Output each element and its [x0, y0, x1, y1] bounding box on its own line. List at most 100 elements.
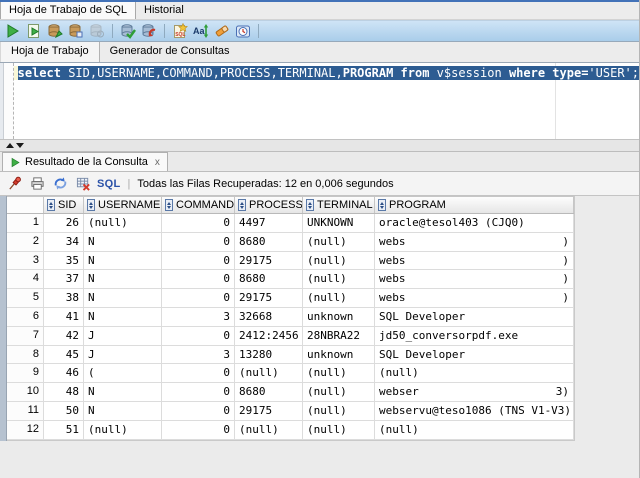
editor-text-area[interactable]: select SID,USERNAME,COMMAND,PROCESS,TERM… [14, 63, 639, 139]
column-header-program[interactable]: PROGRAM [375, 197, 574, 213]
sql-editor[interactable]: select SID,USERNAME,COMMAND,PROCESS,TERM… [0, 62, 639, 139]
grid-cell-terminal[interactable]: (null) [303, 233, 375, 251]
grid-cell-username[interactable]: N [84, 289, 162, 307]
grid-cell-process[interactable]: (null) [235, 364, 303, 382]
grid-cell-num[interactable]: 4 [7, 270, 44, 288]
grid-cell-username[interactable]: N [84, 252, 162, 270]
grid-cell-process[interactable]: 4497 [235, 214, 303, 232]
grid-cell-process[interactable]: (null) [235, 421, 303, 439]
grid-cell-num[interactable]: 1 [7, 214, 44, 232]
grid-cell-username[interactable]: J [84, 346, 162, 364]
commit-icon[interactable] [119, 22, 137, 40]
grid-cell-username[interactable]: (null) [84, 421, 162, 439]
grid-cell-process[interactable]: 29175 [235, 252, 303, 270]
grid-cell-process[interactable]: 8680 [235, 270, 303, 288]
grid-cell-num[interactable]: 11 [7, 402, 44, 420]
explain-plan-icon[interactable] [67, 22, 85, 40]
sort-icon[interactable] [306, 199, 314, 211]
delete-grid-icon[interactable] [74, 175, 92, 193]
grid-cell-username[interactable]: N [84, 402, 162, 420]
table-row[interactable]: 234N08680(null)webs) [7, 233, 574, 252]
sort-icon[interactable] [47, 199, 55, 211]
panel-splitter[interactable] [0, 139, 639, 152]
clear-icon[interactable] [213, 22, 231, 40]
run-script-icon[interactable] [25, 22, 43, 40]
grid-cell-sid[interactable]: 34 [44, 233, 84, 251]
grid-cell-command[interactable]: 0 [162, 383, 235, 401]
sql-statement-line[interactable]: select SID,USERNAME,COMMAND,PROCESS,TERM… [14, 66, 639, 80]
grid-cell-num[interactable]: 2 [7, 233, 44, 251]
change-case-icon[interactable]: Aa [192, 22, 210, 40]
column-header-username[interactable]: USERNAME [84, 197, 162, 213]
grid-cell-username[interactable]: N [84, 383, 162, 401]
grid-cell-terminal[interactable]: (null) [303, 270, 375, 288]
tab-historial[interactable]: Historial [136, 2, 192, 19]
grid-cell-terminal[interactable]: 28NBRA22 [303, 327, 375, 345]
grid-cell-terminal[interactable]: (null) [303, 421, 375, 439]
table-row[interactable]: 946(0(null)(null)(null) [7, 364, 574, 383]
grid-cell-username[interactable]: ( [84, 364, 162, 382]
grid-cell-num[interactable]: 7 [7, 327, 44, 345]
pin-icon[interactable] [5, 175, 23, 193]
unshared-worksheet-icon[interactable]: SQL [171, 22, 189, 40]
sort-icon[interactable] [238, 199, 246, 211]
sort-icon[interactable] [165, 199, 173, 211]
column-header-process[interactable]: PROCESS [235, 197, 303, 213]
sql-history-icon[interactable] [234, 22, 252, 40]
tab-hoja-de-trabajo-de-sql[interactable]: Hoja de Trabajo de SQL [0, 2, 136, 19]
grid-cell-program[interactable]: webs) [375, 270, 574, 288]
table-row[interactable]: 538N029175(null)webs) [7, 289, 574, 308]
grid-cell-process[interactable]: 13280 [235, 346, 303, 364]
table-row[interactable]: 437N08680(null)webs) [7, 270, 574, 289]
close-icon[interactable]: x [155, 157, 160, 168]
column-header-command[interactable]: COMMAND [162, 197, 235, 213]
grid-cell-program[interactable]: SQL Developer [375, 308, 574, 326]
grid-cell-sid[interactable]: 37 [44, 270, 84, 288]
grid-cell-program[interactable]: webservu@teso1086 (TNS V1-V3) [375, 402, 574, 420]
grid-cell-process[interactable]: 2412:2456 [235, 327, 303, 345]
grid-cell-program[interactable]: webs) [375, 289, 574, 307]
grid-cell-sid[interactable]: 35 [44, 252, 84, 270]
column-header-terminal[interactable]: TERMINAL [303, 197, 375, 213]
grid-cell-command[interactable]: 0 [162, 421, 235, 439]
grid-cell-program[interactable]: SQL Developer [375, 346, 574, 364]
tab-resultado-de-la-consulta[interactable]: Resultado de la Consulta x [2, 152, 168, 171]
table-row[interactable]: 1150N029175(null)webservu@teso1086 (TNS … [7, 402, 574, 421]
rollback-icon[interactable] [140, 22, 158, 40]
grid-cell-username[interactable]: N [84, 308, 162, 326]
grid-cell-sid[interactable]: 50 [44, 402, 84, 420]
grid-cell-command[interactable]: 0 [162, 327, 235, 345]
grid-cell-sid[interactable]: 41 [44, 308, 84, 326]
grid-cell-terminal[interactable]: (null) [303, 364, 375, 382]
table-row[interactable]: 742J02412:245628NBRA22jd50_conversorpdf.… [7, 327, 574, 346]
grid-cell-sid[interactable]: 48 [44, 383, 84, 401]
grid-cell-program[interactable]: oracle@tesol403 (CJQ0) [375, 214, 574, 232]
table-row[interactable]: 641N332668unknownSQL Developer [7, 308, 574, 327]
grid-cell-command[interactable]: 0 [162, 270, 235, 288]
grid-cell-program[interactable]: webser3) [375, 383, 574, 401]
splitter-collapse-up-icon[interactable] [6, 143, 14, 148]
grid-cell-command[interactable]: 0 [162, 214, 235, 232]
grid-cell-sid[interactable]: 38 [44, 289, 84, 307]
print-icon[interactable] [28, 175, 46, 193]
grid-cell-program[interactable]: (null) [375, 421, 574, 439]
grid-cell-sid[interactable]: 26 [44, 214, 84, 232]
tab-hoja-de-trabajo[interactable]: Hoja de Trabajo [0, 42, 100, 62]
grid-cell-terminal[interactable]: unknown [303, 308, 375, 326]
grid-cell-num[interactable]: 9 [7, 364, 44, 382]
run-statement-icon[interactable] [4, 22, 22, 40]
grid-cell-sid[interactable]: 46 [44, 364, 84, 382]
grid-cell-program[interactable]: webs) [375, 252, 574, 270]
table-row[interactable]: 1251(null)0(null)(null)(null) [7, 421, 574, 440]
refresh-icon[interactable] [51, 175, 69, 193]
grid-cell-username[interactable]: (null) [84, 214, 162, 232]
grid-cell-username[interactable]: N [84, 270, 162, 288]
grid-cell-terminal[interactable]: (null) [303, 402, 375, 420]
grid-cell-program[interactable]: webs) [375, 233, 574, 251]
grid-cell-program[interactable]: jd50_conversorpdf.exe [375, 327, 574, 345]
table-row[interactable]: 335N029175(null)webs) [7, 252, 574, 271]
grid-cell-sid[interactable]: 51 [44, 421, 84, 439]
grid-cell-num[interactable]: 3 [7, 252, 44, 270]
grid-cell-command[interactable]: 3 [162, 346, 235, 364]
grid-cell-terminal[interactable]: unknown [303, 346, 375, 364]
